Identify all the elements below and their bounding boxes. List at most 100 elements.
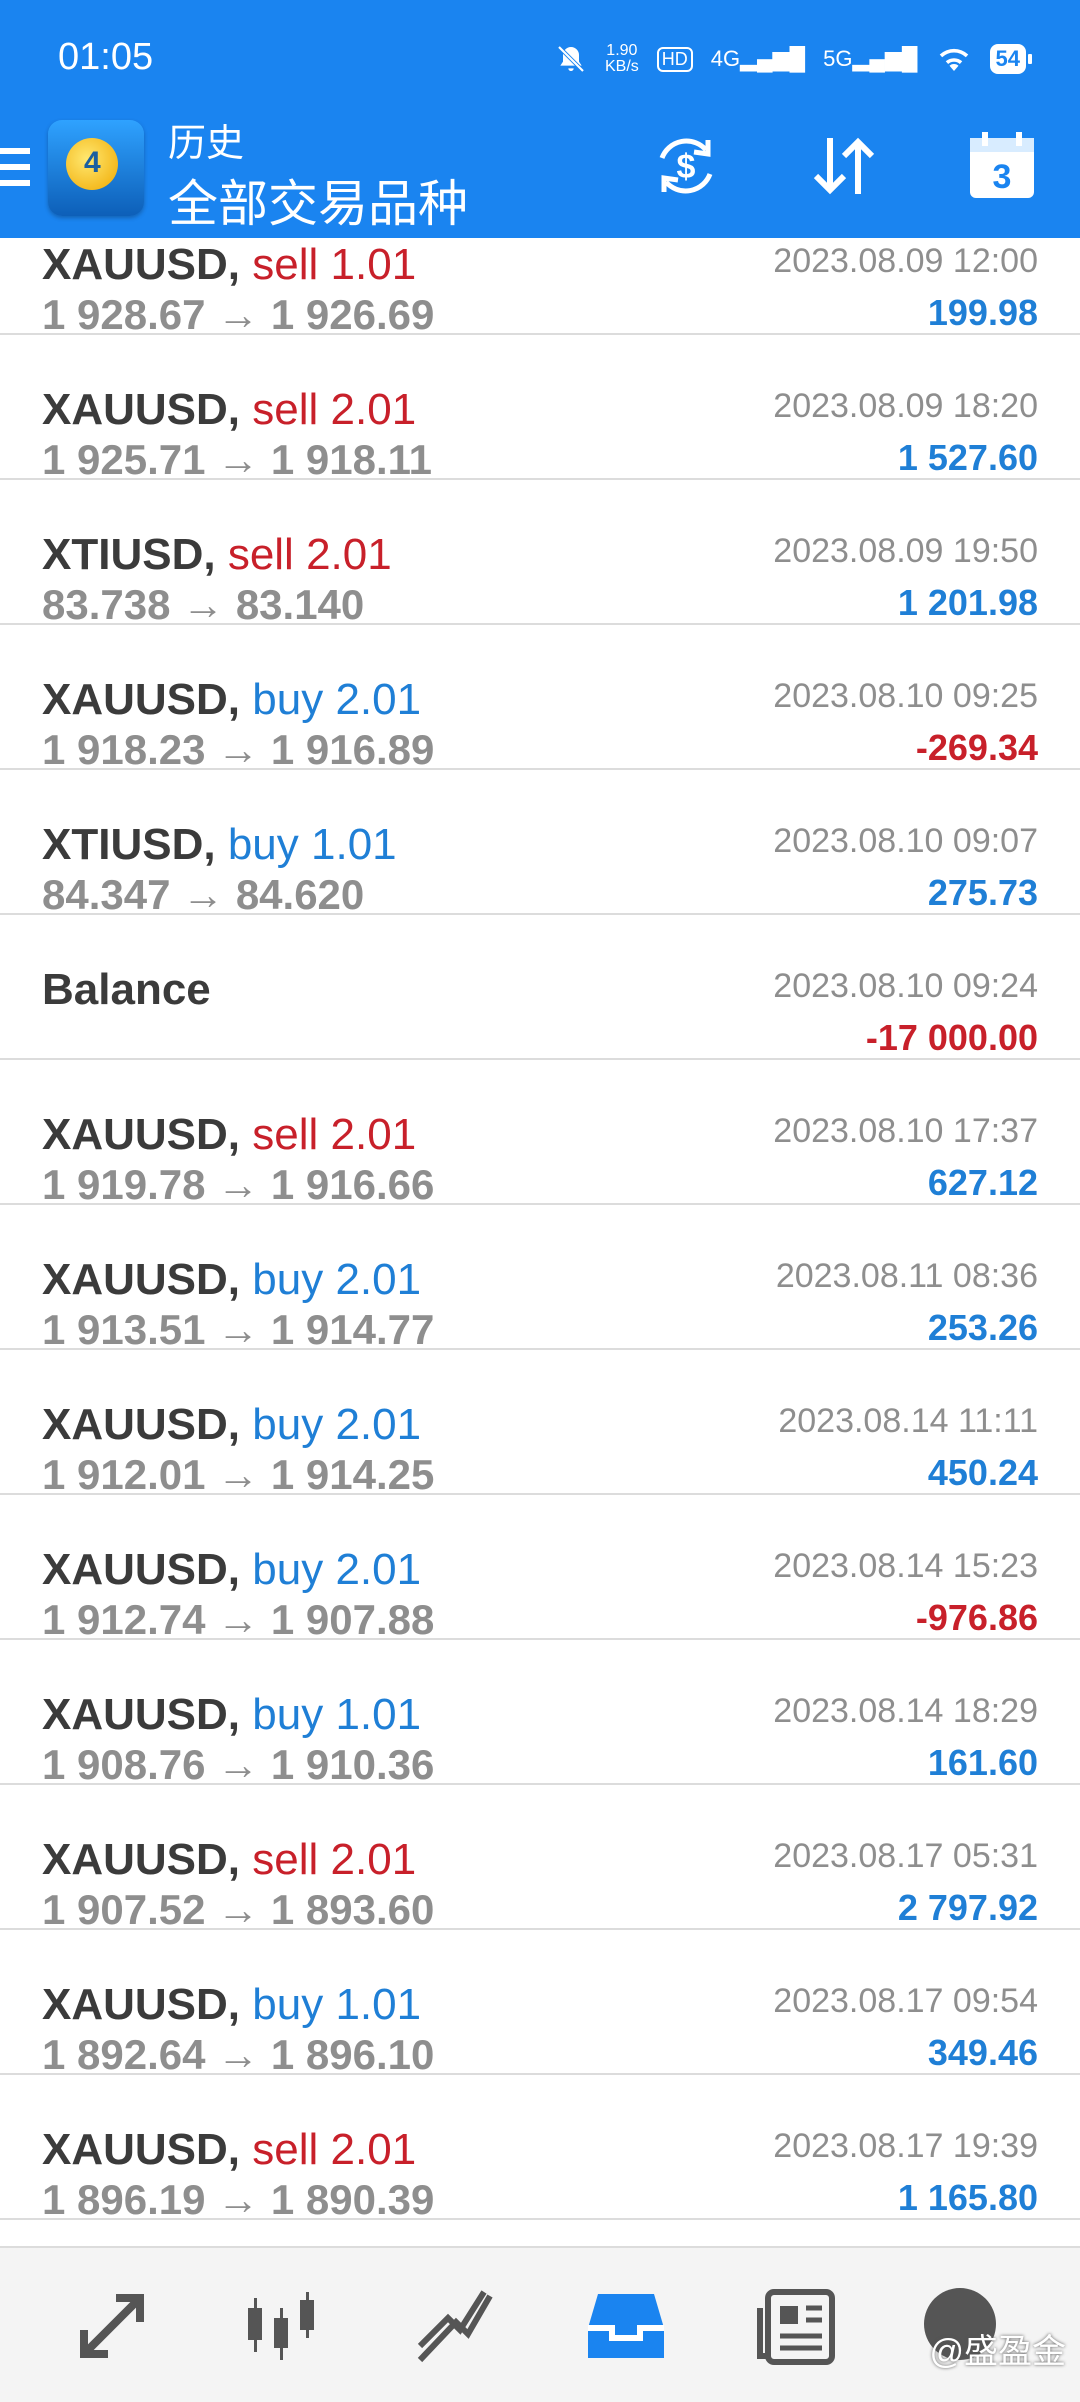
trade-time: 2023.08.10 17:37 [773, 1112, 1038, 1150]
trade-time: 2023.08.10 09:25 [773, 677, 1038, 715]
open-price: 1 912.01 [42, 1451, 206, 1498]
trend-lines-icon[interactable] [412, 2284, 496, 2368]
trade-volume: 1.01 [335, 1690, 422, 1739]
trade-volume: 2.01 [330, 385, 417, 434]
list-item[interactable]: XAUUSD, buy 2.01 1 913.51 → 1 914.77 2023.… [0, 1205, 1080, 1353]
trade-symbol: XAUUSD, buy 2.01 [42, 675, 421, 725]
open-price: 1 912.74 [42, 1596, 206, 1643]
arrow-right-icon: → [217, 291, 260, 338]
list-item[interactable]: XAUUSD, buy 2.01 1 918.23 → 1 916.89 2023.… [0, 625, 1080, 773]
trade-symbol: XAUUSD, sell 1.01 [42, 240, 416, 290]
list-item[interactable]: XAUUSD, buy 1.01 1 908.76 → 1 910.36 2023.… [0, 1640, 1080, 1788]
open-price: 84.347 [42, 871, 171, 918]
arrow-right-icon: → [217, 1886, 260, 1933]
trade-side: buy [252, 1255, 324, 1304]
symbol-text: XAUUSD, [42, 1255, 241, 1304]
list-item[interactable]: XAUUSD, buy 2.01 1 912.74 → 1 907.88 2023.… [0, 1495, 1080, 1643]
trade-time: 2023.08.09 19:50 [773, 532, 1038, 570]
arrow-right-icon: → [217, 2176, 260, 2223]
trade-profit: -269.34 [915, 727, 1038, 768]
signal-5g-icon: 5G▂▄▆█ [823, 46, 918, 71]
page-title: 历史 [168, 123, 245, 165]
trade-symbol: XTIUSD, buy 1.01 [42, 820, 397, 870]
trade-side: buy [252, 1690, 324, 1739]
trade-side: sell [252, 240, 319, 289]
close-price: 1 914.77 [270, 1306, 435, 1353]
close-price: 83.140 [235, 581, 365, 628]
trade-side: sell [252, 385, 319, 434]
trade-side: buy [252, 675, 324, 724]
history-list[interactable]: XAUUSD, sell 1.01 1 928.67 → 1 926.69 2023… [0, 190, 1080, 2223]
trade-prices: 1 919.78 → 1 916.66 [42, 1161, 434, 1209]
arrow-right-icon: → [217, 1451, 260, 1498]
trade-time: 2023.08.09 12:00 [773, 242, 1038, 280]
trade-profit: 627.12 [927, 1162, 1038, 1203]
list-item[interactable]: XTIUSD, sell 2.01 83.738 → 83.140 2023.08.… [0, 480, 1080, 628]
sort-icon[interactable] [806, 128, 882, 204]
close-price: 1 916.66 [270, 1161, 435, 1208]
symbol-text: XAUUSD, [42, 1690, 241, 1739]
trade-symbol: XAUUSD, buy 2.01 [42, 1400, 421, 1450]
list-item[interactable]: XTIUSD, buy 1.01 84.347 → 84.620 2023.08.1… [0, 770, 1080, 918]
network-speed-unit: KB/s [604, 58, 639, 75]
symbol-text: XAUUSD, [42, 1980, 241, 2029]
trade-profit: 349.46 [927, 2032, 1038, 2073]
trade-volume: 1.01 [330, 240, 417, 289]
arrow-right-icon: → [217, 1161, 260, 1208]
trade-prices: 1 912.01 → 1 914.25 [42, 1451, 434, 1499]
status-time: 01:05 [58, 36, 154, 78]
trade-prices: 84.347 → 84.620 [42, 871, 364, 919]
list-item[interactable]: XAUUSD, buy 2.01 1 912.01 → 1 914.25 2023.… [0, 1350, 1080, 1498]
wifi-icon [939, 48, 968, 71]
inbox-tray-icon[interactable] [584, 2284, 668, 2368]
trade-prices: 1 925.71 → 1 918.11 [42, 436, 432, 484]
trade-symbol: Balance [42, 965, 211, 1015]
symbol-filter[interactable]: 全部交易品种 [168, 164, 468, 236]
list-item[interactable]: XAUUSD, sell 2.01 1 925.71 → 1 918.11 2023… [0, 335, 1080, 483]
trade-volume: 2.01 [330, 1835, 417, 1884]
trade-time: 2023.08.10 09:07 [773, 822, 1038, 860]
trade-side: sell [252, 1110, 319, 1159]
arrow-right-icon: → [182, 871, 225, 918]
symbol-text: XAUUSD, [42, 1545, 241, 1594]
open-price: 83.738 [42, 581, 171, 628]
symbol-text: XAUUSD, [42, 385, 241, 434]
newspaper-icon[interactable] [756, 2284, 840, 2368]
close-price: 1 916.89 [270, 726, 435, 773]
symbol-text: XAUUSD, [42, 1835, 241, 1884]
trade-prices: 1 892.64 → 1 896.10 [42, 2031, 434, 2079]
menu-icon[interactable] [0, 148, 30, 194]
candlestick-chart-icon[interactable] [240, 2284, 324, 2368]
trade-symbol: XAUUSD, sell 2.01 [42, 1110, 416, 1160]
list-item[interactable]: XAUUSD, sell 2.01 1 919.78 → 1 916.66 2023… [0, 1060, 1080, 1208]
calendar-icon[interactable]: 3 [964, 128, 1040, 204]
currency-exchange-icon[interactable]: $ [648, 128, 724, 204]
symbol-text: XTIUSD, [42, 820, 216, 869]
list-item[interactable]: Balance 2023.08.10 09:24 -17 000.00 [0, 915, 1080, 1060]
trade-prices: 1 918.23 → 1 916.89 [42, 726, 434, 774]
app-logo[interactable]: 4 [48, 120, 144, 216]
open-price: 1 928.67 [42, 291, 206, 338]
quotes-arrows-icon[interactable] [70, 2284, 154, 2368]
trade-volume: 2.01 [330, 1110, 417, 1159]
net-5g-label: 5G [823, 46, 853, 71]
close-price: 1 926.69 [270, 291, 435, 338]
trade-volume: 2.01 [335, 1400, 422, 1449]
trade-symbol: XTIUSD, sell 2.01 [42, 530, 392, 580]
trade-profit: 275.73 [927, 872, 1038, 913]
symbol-text: XAUUSD, [42, 2125, 241, 2174]
trade-prices: 1 912.74 → 1 907.88 [42, 1596, 434, 1644]
trade-volume: 2.01 [335, 1545, 422, 1594]
close-price: 1 907.88 [270, 1596, 435, 1643]
list-item[interactable]: XAUUSD, sell 2.01 1 907.52 → 1 893.60 2023… [0, 1785, 1080, 1933]
close-price: 1 910.36 [270, 1741, 435, 1788]
list-item[interactable]: XAUUSD, sell 2.01 1 896.19 → 1 890.39 2023… [0, 2075, 1080, 2223]
list-item[interactable]: XAUUSD, buy 1.01 1 892.64 → 1 896.10 2023.… [0, 1930, 1080, 2078]
hd-icon: HD [656, 46, 693, 72]
symbol-text: XAUUSD, [42, 675, 241, 724]
open-price: 1 913.51 [42, 1306, 206, 1353]
trade-time: 2023.08.14 18:29 [773, 1692, 1038, 1730]
trade-side: buy [227, 820, 299, 869]
trade-profit: 1 165.80 [897, 2177, 1038, 2218]
trade-profit: 1 527.60 [897, 437, 1038, 478]
